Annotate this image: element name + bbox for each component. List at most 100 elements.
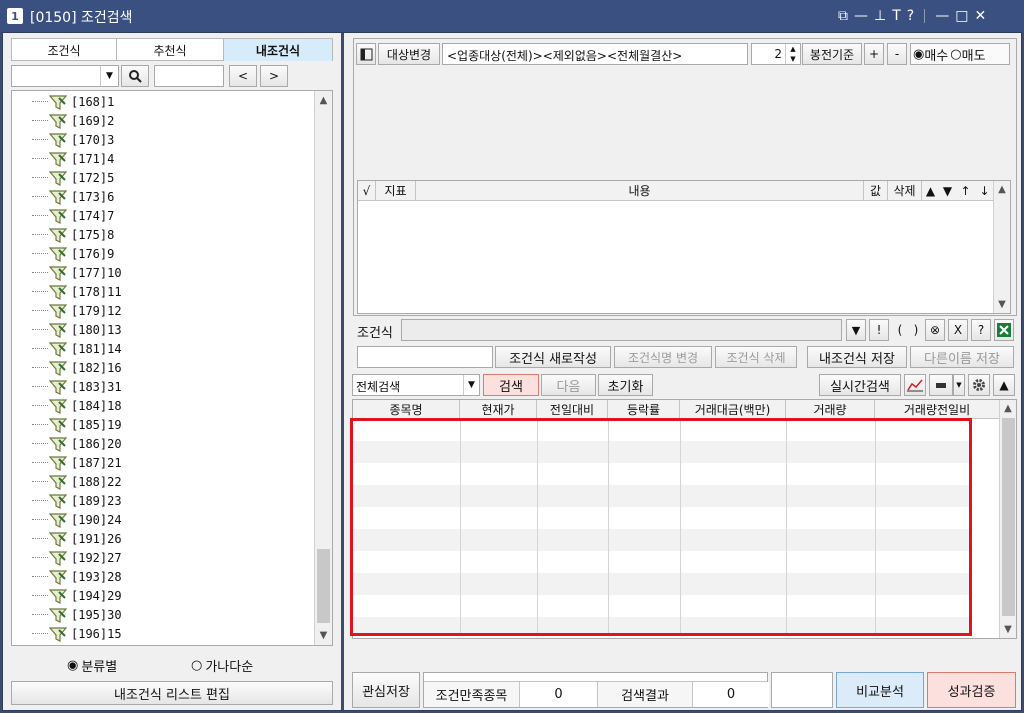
close-window-icon[interactable]: ✕: [974, 8, 986, 24]
condition-expression-field[interactable]: [401, 319, 842, 341]
rename-condition-button[interactable]: 조건식명 변경: [614, 346, 712, 368]
condition-name-input[interactable]: [357, 346, 493, 368]
tab-condition[interactable]: 조건식: [12, 39, 117, 61]
open-paren-button[interactable]: (: [892, 319, 908, 341]
tree-item[interactable]: [196]15: [32, 624, 122, 643]
font-icon[interactable]: T: [892, 8, 901, 24]
save-as-button[interactable]: 다른이름 저장: [910, 346, 1014, 368]
scroll-down-icon[interactable]: ▼: [994, 299, 1010, 310]
clear-condition-button[interactable]: ⊗: [925, 319, 945, 341]
collapse-button[interactable]: ▲: [993, 374, 1015, 396]
realtime-search-button[interactable]: 실시간검색: [819, 374, 901, 396]
condition-search-input[interactable]: [12, 66, 100, 86]
tree-item[interactable]: [190]24: [32, 510, 122, 529]
maximize-window-icon[interactable]: □: [955, 8, 968, 24]
scroll-up-icon[interactable]: ▲: [315, 95, 332, 106]
tree-item[interactable]: [178]11: [32, 282, 122, 301]
tree-item[interactable]: [177]10: [32, 263, 122, 282]
help-icon[interactable]: ?: [907, 8, 914, 24]
stepper-arrows-icon[interactable]: ▲ ▼: [785, 44, 800, 64]
target-toggle-button[interactable]: [356, 43, 376, 65]
prev-button[interactable]: <: [229, 65, 257, 87]
result-grid-scrollbar[interactable]: ▲ ▼: [999, 400, 1016, 638]
tree-item[interactable]: [186]20: [32, 434, 122, 453]
search-reset-button[interactable]: 초기화: [598, 374, 653, 396]
tree-item[interactable]: [191]26: [32, 529, 122, 548]
move-down-icon[interactable]: ↓: [975, 181, 994, 200]
indicator-table-scrollbar[interactable]: ▲ ▼: [993, 181, 1010, 313]
scroll-down-icon[interactable]: ▼: [1000, 624, 1016, 635]
settings-button[interactable]: [968, 374, 990, 396]
target-change-button[interactable]: 대상변경: [378, 43, 440, 65]
title-bar[interactable]: 1 [0150] 조건검색 ⧉ — ⊥ T ? — □ ✕: [0, 0, 1024, 32]
tree-item[interactable]: [179]12: [32, 301, 122, 320]
tree-scrollbar[interactable]: ▲ ▼: [314, 91, 332, 645]
add-button[interactable]: +: [864, 43, 884, 65]
search-mode-select[interactable]: 전체검색 ▼: [352, 374, 480, 396]
compare-analysis-button[interactable]: 비교분석: [836, 672, 924, 708]
edit-my-condition-list-button[interactable]: 내조건식 리스트 편집: [11, 681, 333, 705]
tree-item[interactable]: [172]5: [32, 168, 114, 187]
scroll-up-icon[interactable]: ▲: [994, 184, 1010, 195]
delete-term-button[interactable]: X: [948, 319, 968, 341]
condition-name-filter[interactable]: [154, 65, 224, 87]
header-stock-name[interactable]: 종목명: [353, 400, 460, 418]
sort-radio-alphabetical[interactable]: ○ 가나다순: [191, 656, 253, 675]
combo-dropdown-icon[interactable]: ▼: [100, 66, 118, 86]
tree-item[interactable]: [184]18: [32, 396, 122, 415]
condition-help-button[interactable]: ?: [971, 319, 991, 341]
next-button[interactable]: >: [260, 65, 288, 87]
scroll-down-icon[interactable]: ▼: [315, 630, 332, 641]
tree-item[interactable]: [193]28: [32, 567, 122, 586]
condition-search-combo[interactable]: ▼: [11, 65, 119, 87]
tree-item[interactable]: [181]14: [32, 339, 122, 358]
bar-basis-button[interactable]: 봉전기준: [802, 43, 862, 65]
tree-item[interactable]: [176]9: [32, 244, 114, 263]
pin-icon[interactable]: ⊥: [874, 8, 886, 24]
move-bottom-icon[interactable]: ▼: [939, 181, 956, 200]
remove-button[interactable]: -: [887, 43, 907, 65]
tree-item[interactable]: [170]3: [32, 130, 114, 149]
move-up-icon[interactable]: ↑: [956, 181, 975, 200]
tree-item[interactable]: [171]4: [32, 149, 114, 168]
tree-item[interactable]: [187]21: [32, 453, 122, 472]
tree-item[interactable]: [180]13: [32, 320, 122, 339]
delete-condition-button[interactable]: 조건식 삭제: [715, 346, 797, 368]
view-mode-button[interactable]: [929, 374, 953, 396]
move-top-icon[interactable]: ▲: [922, 181, 939, 200]
bar-count-stepper[interactable]: 2 ▲ ▼: [751, 43, 801, 65]
performance-verify-button[interactable]: 성과검증: [927, 672, 1016, 708]
header-volume[interactable]: 거래량: [786, 400, 875, 418]
restore-window-icon[interactable]: ⧉: [838, 8, 848, 24]
scroll-thumb[interactable]: [317, 549, 330, 623]
close-paren-button[interactable]: ): [908, 319, 924, 341]
not-operator-button[interactable]: !: [869, 319, 889, 341]
panel-divider[interactable]: [341, 33, 344, 710]
minimize-window-icon[interactable]: —: [935, 8, 949, 24]
search-run-button[interactable]: 검색: [483, 374, 539, 396]
scroll-up-icon[interactable]: ▲: [1000, 403, 1016, 414]
header-current-price[interactable]: 현재가: [460, 400, 537, 418]
tree-item[interactable]: [194]29: [32, 586, 122, 605]
header-change[interactable]: 전일대비: [537, 400, 608, 418]
header-volume-ratio[interactable]: 거래량전일비: [875, 400, 999, 418]
tree-item[interactable]: [183]31: [32, 377, 122, 396]
tree-item[interactable]: [169]2: [32, 111, 114, 130]
header-change-rate[interactable]: 등락률: [608, 400, 680, 418]
excel-export-button[interactable]: [994, 319, 1014, 341]
tree-item[interactable]: [168]1: [32, 92, 114, 111]
save-my-condition-button[interactable]: 내조건식 저장: [807, 346, 907, 368]
tab-recommended[interactable]: 추천식: [117, 39, 224, 61]
tree-item[interactable]: [185]19: [32, 415, 122, 434]
chart-button[interactable]: [904, 374, 926, 396]
tree-item[interactable]: [192]27: [32, 548, 122, 567]
tree-item[interactable]: [175]8: [32, 225, 114, 244]
tree-item[interactable]: [173]6: [32, 187, 114, 206]
search-button[interactable]: [121, 65, 149, 87]
header-trade-amount[interactable]: 거래대금(백만): [680, 400, 786, 418]
minimize-icon[interactable]: —: [854, 8, 868, 24]
tab-my-condition[interactable]: 내조건식: [224, 39, 332, 61]
watch-save-button[interactable]: 관심저장: [352, 672, 420, 708]
scroll-thumb[interactable]: [1002, 418, 1015, 616]
tree-item[interactable]: [189]23: [32, 491, 122, 510]
